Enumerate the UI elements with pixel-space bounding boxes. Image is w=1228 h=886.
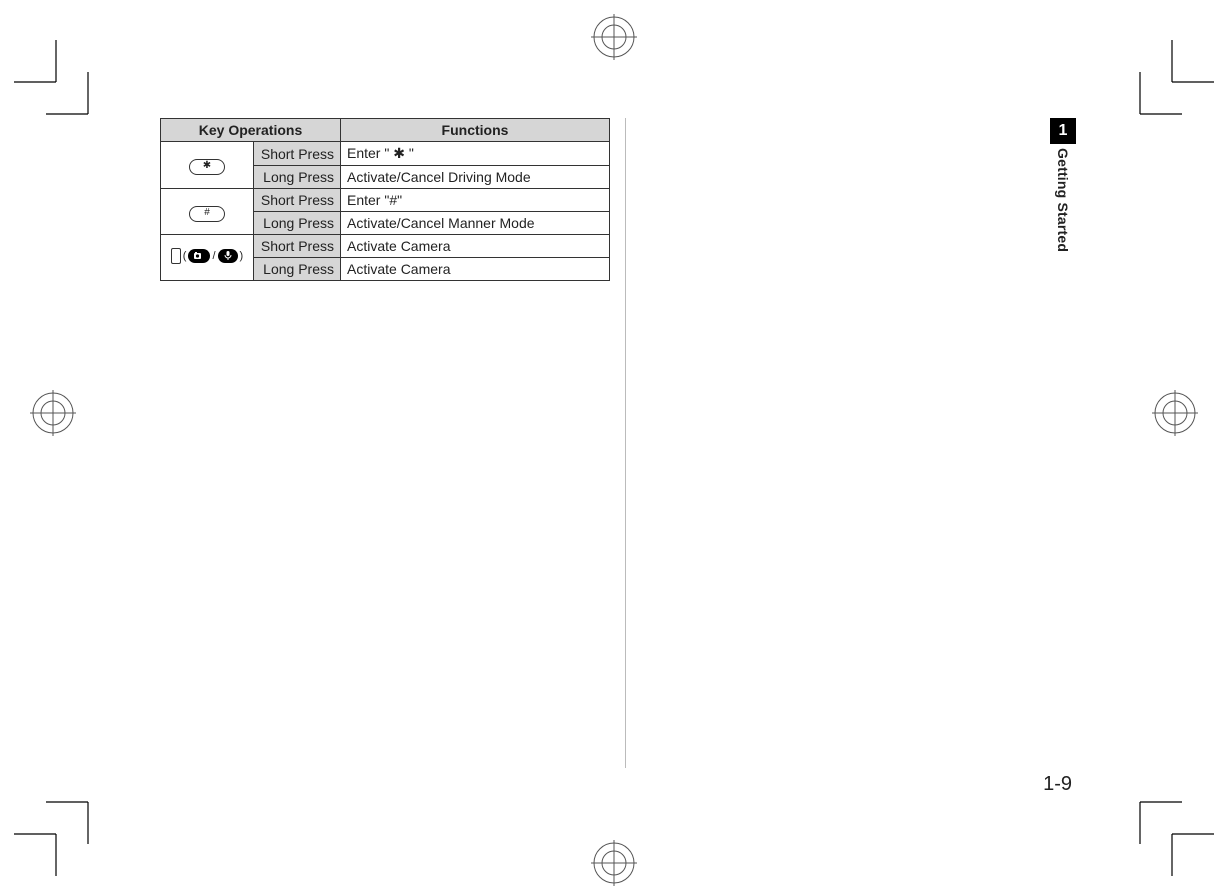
crop-mark-inner-icon [46, 72, 100, 126]
hash-key-icon: # [189, 206, 225, 222]
function-desc: Enter "#" [341, 189, 610, 212]
table-row: ( / ) Short Press Activate Camera [161, 235, 610, 258]
press-type: Long Press [254, 166, 341, 189]
press-type: Long Press [254, 258, 341, 281]
chapter-side-tab: 1 Getting Started [1050, 118, 1076, 252]
crop-mark-inner-icon [46, 790, 100, 844]
table-row: ✱ Short Press Enter " ✱ " [161, 142, 610, 166]
function-desc: Enter " ✱ " [341, 142, 610, 166]
camera-mic-side-key-icon: ( / ) [171, 248, 243, 264]
page-number: 1-9 [1043, 773, 1072, 796]
header-functions: Functions [341, 119, 610, 142]
press-type: Short Press [254, 189, 341, 212]
table-row: # Short Press Enter "#" [161, 189, 610, 212]
registration-mark-icon [30, 390, 76, 436]
table-header-row: Key Operations Functions [161, 119, 610, 142]
function-desc: Activate Camera [341, 258, 610, 281]
key-cell-hash: # [161, 189, 254, 235]
key-cell-star: ✱ [161, 142, 254, 189]
chapter-title: Getting Started [1055, 148, 1071, 252]
crop-mark-inner-icon [1128, 790, 1182, 844]
crop-mark-inner-icon [1128, 72, 1182, 126]
registration-mark-icon [591, 14, 637, 60]
registration-mark-icon [1152, 390, 1198, 436]
function-desc: Activate/Cancel Manner Mode [341, 212, 610, 235]
key-operations-table: Key Operations Functions ✱ Short Press E… [160, 118, 610, 281]
chapter-number: 1 [1050, 118, 1076, 144]
press-type: Short Press [254, 235, 341, 258]
column-divider [625, 118, 626, 768]
press-type: Short Press [254, 142, 341, 166]
press-type: Long Press [254, 212, 341, 235]
star-key-icon: ✱ [189, 159, 225, 175]
registration-mark-icon [591, 840, 637, 886]
function-desc: Activate/Cancel Driving Mode [341, 166, 610, 189]
function-desc: Activate Camera [341, 235, 610, 258]
key-operations-section: Key Operations Functions ✱ Short Press E… [160, 118, 610, 281]
header-key-operations: Key Operations [161, 119, 341, 142]
key-cell-side: ( / ) [161, 235, 254, 281]
